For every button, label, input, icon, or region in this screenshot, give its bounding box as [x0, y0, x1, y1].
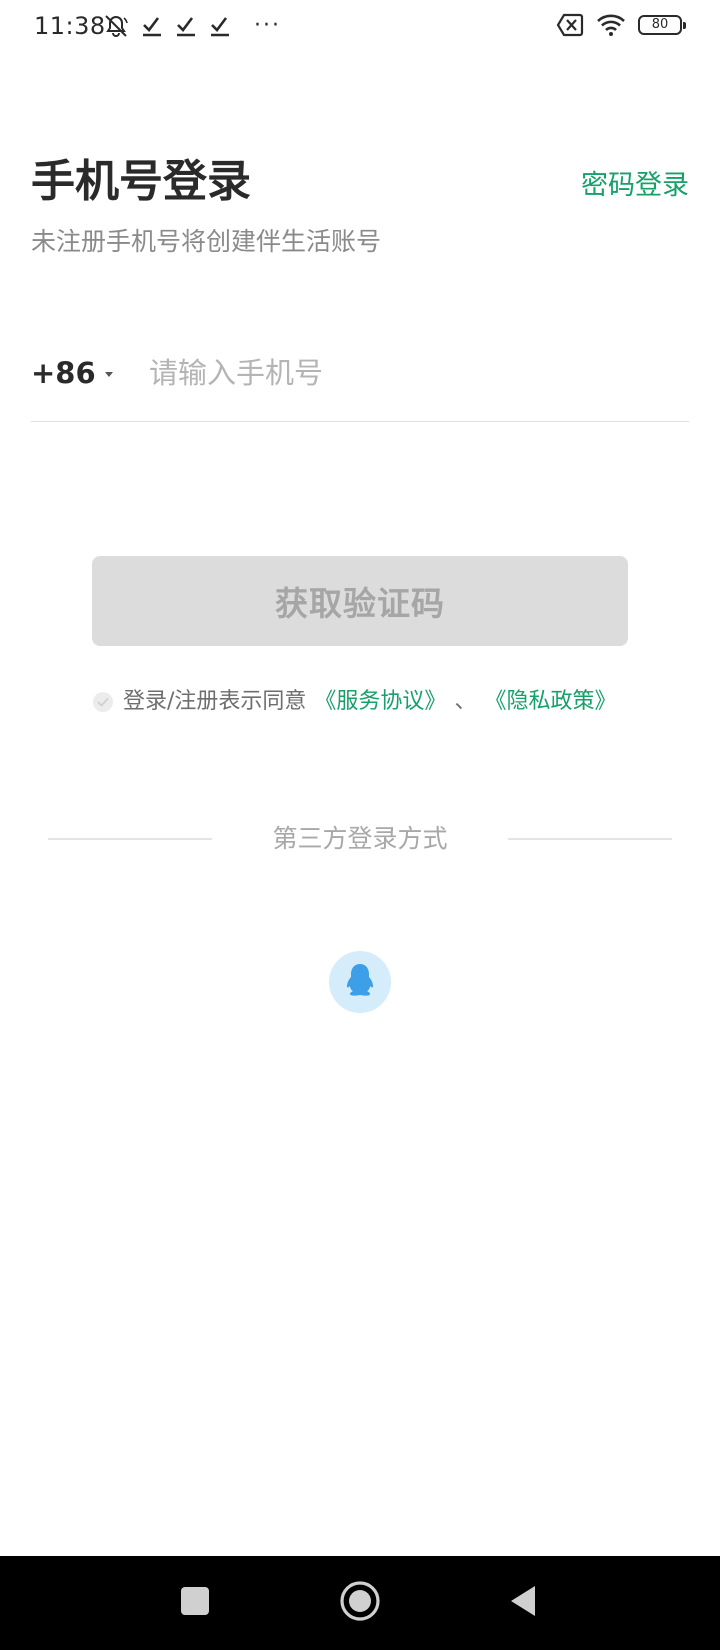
recents-button[interactable]	[162, 1556, 228, 1650]
page-subtitle: 未注册手机号将创建伴生活账号	[31, 227, 382, 256]
back-icon	[507, 1584, 539, 1622]
caret-down-icon	[104, 371, 113, 377]
password-login-link[interactable]: 密码登录	[581, 166, 689, 206]
phone-number-input[interactable]	[149, 347, 669, 399]
sim-off-icon	[556, 13, 584, 37]
battery-icon: 80	[638, 15, 686, 35]
qq-login-button[interactable]	[329, 951, 391, 1013]
agreement-text: 登录/注册表示同意	[123, 689, 307, 714]
get-verification-code-button[interactable]: 获取验证码	[92, 556, 628, 646]
back-button[interactable]	[490, 1556, 556, 1650]
country-code-selector[interactable]: +86	[31, 353, 113, 393]
more-notifications-icon: ···	[254, 13, 281, 38]
agreement-row: 登录/注册表示同意 《服务协议》 、 《隐私政策》	[93, 686, 616, 718]
divider-line-right	[508, 838, 672, 840]
status-time: 11:38	[34, 12, 106, 40]
mute-icon	[102, 12, 130, 40]
check-icon	[208, 14, 232, 38]
page-title: 手机号登录	[31, 156, 251, 207]
check-icon	[140, 14, 164, 38]
country-code-label: +86	[31, 356, 96, 390]
wifi-icon	[596, 13, 626, 37]
third-party-divider: 第三方登录方式	[48, 820, 672, 860]
agreement-separator: 、	[454, 689, 477, 714]
agreement-checkbox[interactable]	[93, 692, 113, 712]
check-icon	[174, 14, 198, 38]
qq-icon	[345, 963, 375, 1001]
check-icon	[97, 697, 109, 707]
phone-input-row: +86	[31, 343, 689, 422]
privacy-policy-link[interactable]: 《隐私政策》	[484, 686, 616, 718]
service-agreement-link[interactable]: 《服务协议》	[314, 686, 446, 718]
status-bar: 11:38 ··· 80	[0, 0, 720, 56]
status-notification-icons: ···	[102, 12, 281, 40]
recents-icon	[180, 1586, 210, 1620]
home-button[interactable]	[327, 1556, 393, 1650]
home-icon	[339, 1580, 381, 1626]
system-nav-bar	[0, 1556, 720, 1650]
status-system-icons: 80	[556, 13, 686, 37]
